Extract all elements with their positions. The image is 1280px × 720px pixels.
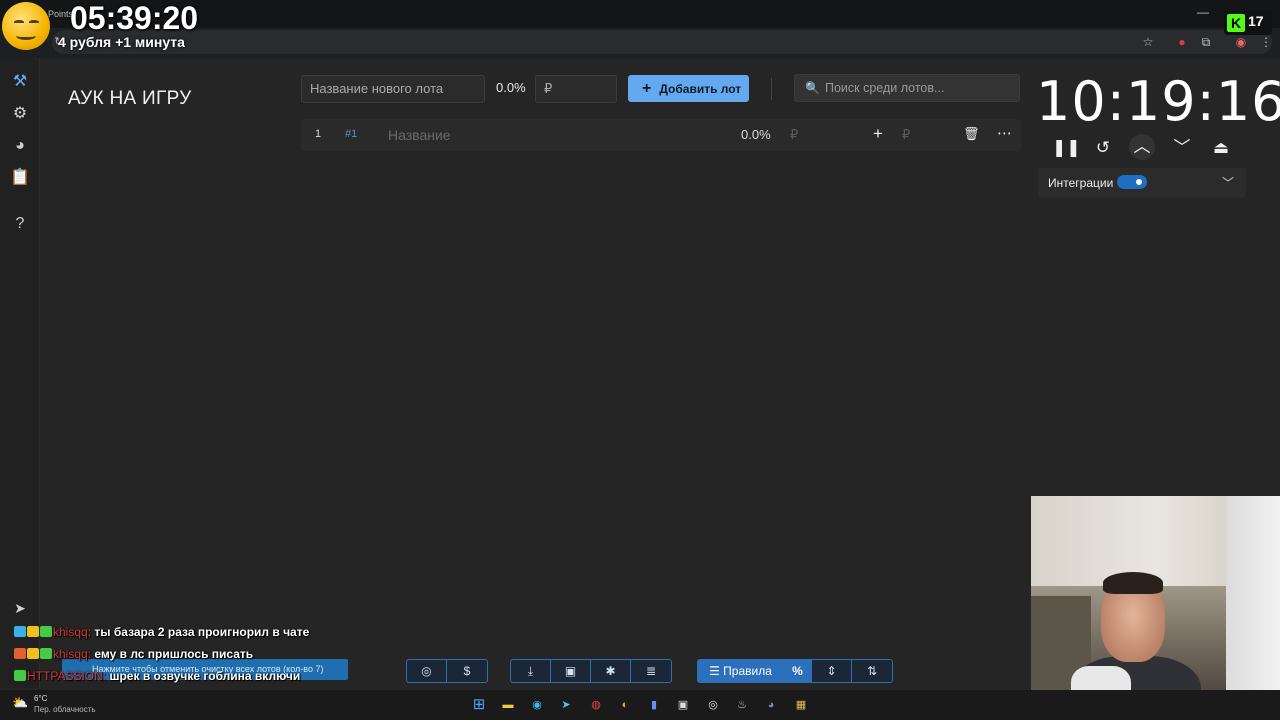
yandex-app-icon[interactable]: ◐	[615, 695, 635, 715]
history-clipboard-icon[interactable]: 📋	[8, 166, 32, 190]
extension-shield-icon[interactable]: ●	[1173, 33, 1191, 51]
extensions-puzzle-icon[interactable]: ⧉	[1197, 33, 1215, 51]
viewer-count: 17	[1248, 13, 1264, 29]
search-icon: 🔍	[805, 81, 820, 95]
plus-icon: +	[642, 80, 652, 97]
toolbar-group-links: ◎ $	[406, 659, 488, 683]
windows-start-icon[interactable]: ⊞	[469, 695, 489, 715]
github-icon[interactable]: ◎	[407, 660, 447, 682]
rules-button[interactable]: ☰ Правила	[698, 660, 784, 682]
integrations-label: Интеграции	[1048, 176, 1114, 190]
wheel-chart-icon[interactable]: ◕	[8, 134, 32, 158]
reset-icon[interactable]: ↺	[1091, 136, 1115, 160]
trash-icon[interactable]: 🗑	[963, 126, 980, 142]
new-lot-percent: 0.0%	[496, 80, 526, 95]
chat-message: khisqq: ты базара 2 раза проигнорил в ча…	[14, 625, 309, 639]
kebab-menu-icon[interactable]: ⋮	[1257, 33, 1275, 51]
auction-timer: 10:19:16	[1036, 70, 1280, 133]
lot-currency: ₽	[790, 127, 799, 142]
add-lot-label: Добавить лот	[659, 82, 742, 96]
chat-text: ему в лс пришлось писать	[94, 647, 254, 661]
stats-app-icon[interactable]: ▮	[644, 695, 664, 715]
capture-app-icon[interactable]: ▣	[673, 695, 693, 715]
divider	[771, 78, 772, 100]
pause-icon[interactable]: ❚❚	[1052, 136, 1081, 160]
integrations-toggle[interactable]	[1117, 175, 1147, 189]
chat-nick: khisqq:	[53, 647, 92, 661]
new-lot-name-input[interactable]: Название нового лота	[301, 75, 485, 103]
new-lot-amount-input[interactable]: ₽	[535, 75, 617, 103]
toolbar-group-rules: ☰ Правила % ⇕ ⇅	[697, 659, 893, 683]
file-explorer-icon[interactable]: ▬	[498, 695, 518, 715]
lot-name-input[interactable]: Название	[388, 127, 451, 143]
stream-rate: 4 рубля +1 минута	[58, 34, 185, 50]
obs-icon[interactable]: ◎	[703, 695, 723, 715]
chat-message: HTTPASSION: шрек в озвучке гоблина включ…	[14, 669, 300, 683]
rules-label: Правила	[723, 664, 772, 678]
kick-viewers-badge: K 17	[1224, 11, 1272, 35]
page-title: АУК НА ИГРУ	[68, 88, 192, 109]
lot-amount-input[interactable]: ₽	[902, 127, 910, 143]
lot-tag: #1	[345, 128, 358, 140]
increase-time-icon[interactable]: ︿	[1129, 134, 1155, 160]
steam-icon[interactable]: ♨	[732, 695, 752, 715]
chrome-browser-icon[interactable]: ◍	[586, 695, 606, 715]
percent-toggle-button[interactable]: %	[784, 660, 812, 682]
settings-gear-icon[interactable]: ⚙	[8, 102, 32, 126]
minimize-window-icon[interactable]: —	[1194, 3, 1212, 21]
address-bar[interactable]	[52, 30, 1272, 54]
search-input[interactable]: 🔍 Поиск среди лотов...	[794, 74, 1020, 102]
auction-gavel-icon[interactable]: ⚒	[8, 70, 32, 94]
chat-nick: HTTPASSION:	[27, 669, 107, 683]
toolbar-group-file: ⤓ ▣ ✱ ≣	[510, 659, 672, 683]
clear-lots-icon[interactable]: ≣	[631, 660, 671, 682]
chat-message: khisqq: ему в лс пришлось писать	[14, 647, 253, 661]
add-lot-button[interactable]: + Добавить лот	[628, 75, 749, 102]
left-sidebar: ⚒ ⚙ ◕ 📋 ? ➤	[0, 58, 40, 688]
lot-index: 1	[315, 128, 322, 140]
discord-icon[interactable]: ◕	[761, 695, 781, 715]
weather-cloud-icon[interactable]: ⛅	[12, 695, 28, 711]
lot-percent: 0.0%	[741, 127, 771, 142]
windows-taskbar	[0, 690, 1280, 720]
weather-description: Пер. облачность	[34, 705, 96, 714]
telegram-app-icon[interactable]: ➤	[556, 695, 576, 715]
lot-add-amount-icon[interactable]: +	[873, 124, 883, 144]
chat-nick: khisqq:	[53, 625, 92, 639]
chevron-down-icon[interactable]: ﹀	[1222, 174, 1234, 191]
stream-clock: 05:39:20	[70, 0, 199, 36]
chat-text: шрек в озвучке гоблина включи	[109, 669, 301, 683]
decrease-time-icon[interactable]: ﹀	[1170, 136, 1194, 160]
telegram-icon[interactable]: ➤	[8, 596, 32, 620]
bookmark-star-icon[interactable]: ☆	[1139, 33, 1157, 51]
double-increase-icon[interactable]: ⏏	[1209, 136, 1233, 160]
compact-view-icon[interactable]: ⇕	[812, 660, 852, 682]
rules-list-icon: ☰	[709, 664, 724, 678]
smiling-emoji-icon	[2, 2, 50, 50]
integrations-bar[interactable]: Интеграции ﹀	[1038, 168, 1246, 198]
profile-avatar-icon[interactable]: ◉	[1232, 33, 1250, 51]
donate-dollar-icon[interactable]: $	[447, 660, 487, 682]
game-app-icon[interactable]: ▦	[791, 695, 811, 715]
weather-temperature: 6°C	[34, 694, 48, 703]
edge-browser-icon[interactable]: ◉	[527, 695, 547, 715]
sort-icon[interactable]: ⇅	[852, 660, 892, 682]
more-options-icon[interactable]: ⋯	[997, 124, 1012, 142]
search-placeholder: Поиск среди лотов...	[825, 81, 945, 95]
save-icon[interactable]: ▣	[551, 660, 591, 682]
lot-row[interactable]: 1 #1 Название 0.0% ₽ + ₽ 🗑 ⋯	[301, 119, 1021, 151]
webcam-feed	[1031, 496, 1280, 720]
download-icon[interactable]: ⤓	[511, 660, 551, 682]
chat-text: ты базара 2 раза проигнорил в чате	[94, 625, 310, 639]
help-question-icon[interactable]: ?	[8, 212, 32, 236]
kick-logo-icon: K	[1227, 14, 1245, 32]
bug-report-icon[interactable]: ✱	[591, 660, 631, 682]
